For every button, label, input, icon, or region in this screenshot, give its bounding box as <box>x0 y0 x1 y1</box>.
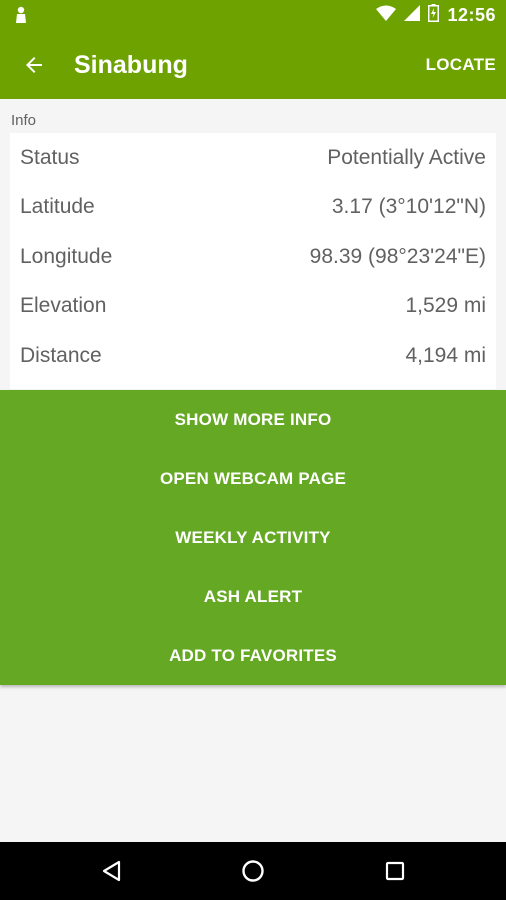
notification-icon <box>14 6 28 24</box>
cell-signal-icon <box>404 5 421 26</box>
info-row-elevation: Elevation 1,529 mi <box>10 281 496 330</box>
info-label: Longitude <box>20 244 113 268</box>
info-row-status: Status Potentially Active <box>10 133 496 182</box>
nav-recents-button[interactable] <box>375 851 415 891</box>
weekly-activity-button[interactable]: WEEKLY ACTIVITY <box>0 508 506 567</box>
back-triangle-icon <box>102 860 121 882</box>
app-bar: Sinabung LOCATE <box>0 31 506 99</box>
info-value: 1,529 mi <box>405 293 486 317</box>
home-circle-icon <box>242 860 264 882</box>
info-section-label: Info <box>11 112 37 129</box>
battery-icon <box>428 4 440 27</box>
add-to-favorites-button[interactable]: ADD TO FAVORITES <box>0 626 506 685</box>
nav-back-button[interactable] <box>92 851 132 891</box>
ash-alert-button[interactable]: ASH ALERT <box>0 567 506 626</box>
info-row-longitude: Longitude 98.39 (98°23'24"E) <box>10 232 496 281</box>
open-webcam-page-button[interactable]: OPEN WEBCAM PAGE <box>0 449 506 508</box>
info-row-distance: Distance 4,194 mi <box>10 331 496 380</box>
info-label: Elevation <box>20 293 107 317</box>
status-icons: 12:56 <box>376 0 496 31</box>
arrow-back-icon <box>26 57 42 73</box>
info-value: 3.17 (3°10'12"N) <box>331 194 486 218</box>
info-label: Distance <box>20 343 102 367</box>
show-more-info-button[interactable]: SHOW MORE INFO <box>0 390 506 449</box>
info-label: Latitude <box>20 194 95 218</box>
recents-square-icon <box>385 861 405 881</box>
wifi-icon <box>376 5 397 26</box>
navigation-bar <box>0 842 506 900</box>
actions-panel: SHOW MORE INFO OPEN WEBCAM PAGE WEEKLY A… <box>0 390 506 685</box>
status-bar: 12:56 <box>0 0 506 31</box>
info-value: 4,194 mi <box>405 343 486 367</box>
nav-home-button[interactable] <box>233 851 273 891</box>
info-card: Status Potentially Active Latitude 3.17 … <box>10 133 496 389</box>
back-button[interactable] <box>14 45 54 85</box>
info-value: Potentially Active <box>327 145 486 169</box>
page-title: Sinabung <box>74 51 188 79</box>
info-label: Status <box>20 145 80 169</box>
info-row-latitude: Latitude 3.17 (3°10'12"N) <box>10 182 496 231</box>
locate-button[interactable]: LOCATE <box>426 55 496 75</box>
clock: 12:56 <box>447 5 496 25</box>
info-value: 98.39 (98°23'24"E) <box>309 244 486 268</box>
